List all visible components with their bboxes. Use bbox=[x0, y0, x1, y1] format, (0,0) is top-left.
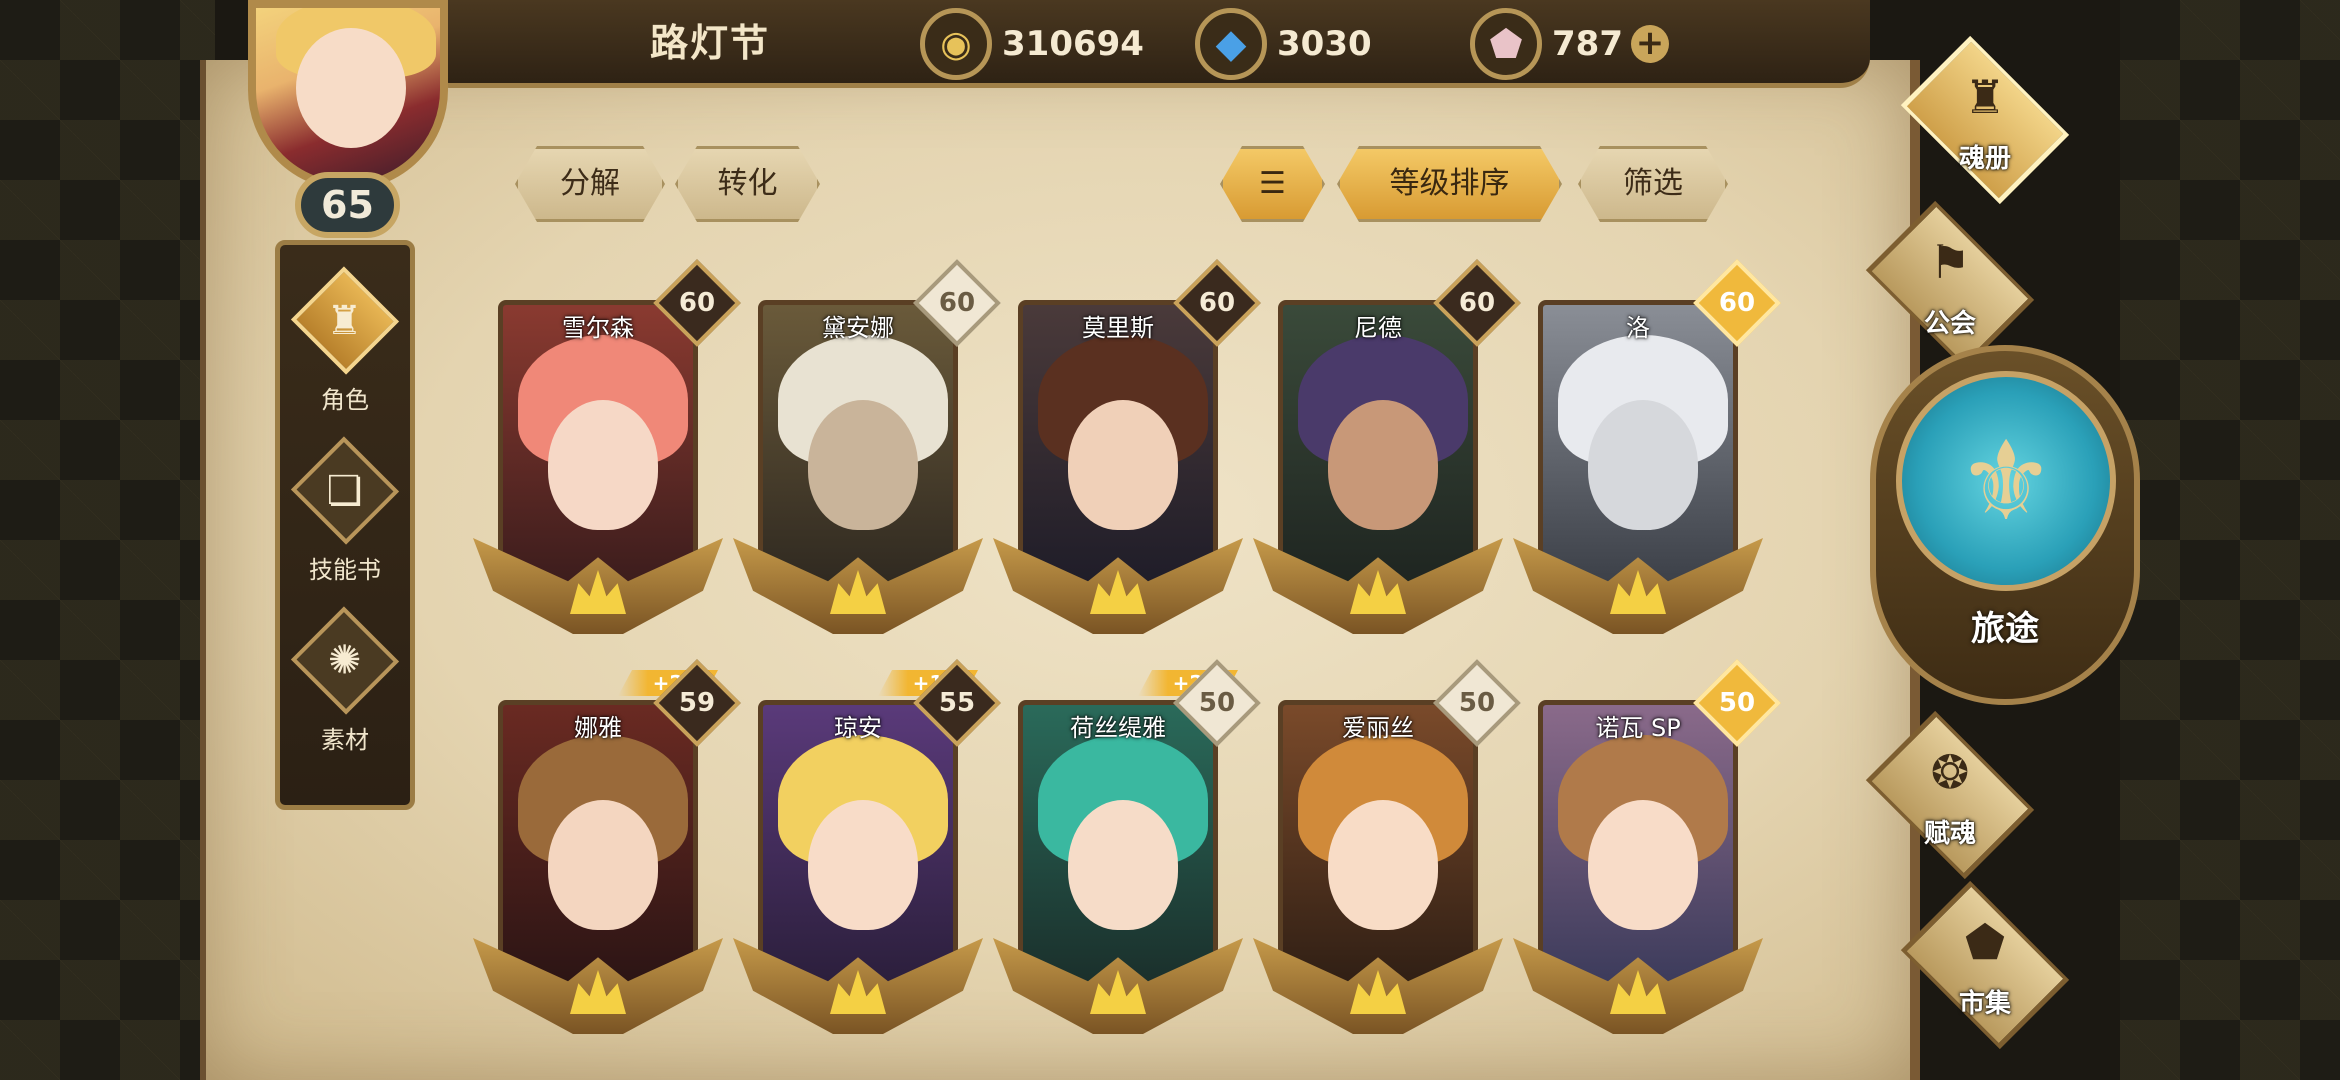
character-card[interactable]: 黛安娜 60 bbox=[733, 259, 1001, 634]
left-wall-decoration bbox=[0, 0, 215, 1080]
journey-label: 旅途 bbox=[1971, 609, 2039, 649]
character-card[interactable]: 尼德 60 bbox=[1253, 259, 1521, 634]
currency-gem: ⬟ 787 + bbox=[1470, 8, 1669, 80]
blue-crystal-icon: ◆ bbox=[1195, 8, 1267, 80]
nav-item-characters[interactable]: ♜ 角色 bbox=[280, 265, 410, 415]
level-value: 50 bbox=[1458, 688, 1496, 718]
nav-item-label: 角色 bbox=[321, 386, 369, 414]
pink-gem-icon: ⬟ bbox=[1470, 8, 1542, 80]
character-card[interactable]: 琼安 +1 55 bbox=[733, 659, 1001, 1034]
market-icon: ⬟ bbox=[1965, 915, 2005, 969]
nav-item-skill-books[interactable]: ❏ 技能书 bbox=[280, 435, 410, 585]
event-title[interactable]: 路灯节 bbox=[610, 18, 810, 68]
menu-guild[interactable]: ⚑ 公会 bbox=[1845, 200, 2055, 370]
character-portrait bbox=[498, 700, 698, 995]
character-portrait bbox=[1538, 300, 1738, 595]
currency-gold: ◉ 310694 bbox=[920, 8, 1144, 80]
crystal-value: 3030 bbox=[1277, 24, 1372, 64]
filter-button[interactable]: 筛选 bbox=[1578, 146, 1728, 222]
character-portrait bbox=[1538, 700, 1738, 995]
journey-emblem-icon: ⚜ bbox=[1896, 371, 2116, 591]
level-value: 55 bbox=[938, 688, 976, 718]
convert-button[interactable]: 转化 bbox=[675, 146, 820, 222]
menu-market[interactable]: ⬟ 市集 bbox=[1880, 880, 2090, 1050]
character-portrait bbox=[1278, 700, 1478, 995]
character-portrait bbox=[1018, 700, 1218, 995]
right-wall-decoration bbox=[2120, 0, 2340, 1080]
add-gem-button[interactable]: + bbox=[1630, 25, 1669, 63]
soul-book-icon: ♜ bbox=[1964, 70, 2006, 124]
gem-value: 787 bbox=[1552, 24, 1623, 64]
currency-crystal: ◆ 3030 bbox=[1195, 8, 1372, 80]
character-portrait bbox=[498, 300, 698, 595]
character-card[interactable]: 雪尔森 60 bbox=[473, 259, 741, 634]
level-value: 60 bbox=[1458, 288, 1496, 318]
journey-button[interactable]: ⚜ 旅途 bbox=[1870, 345, 2140, 705]
avatar-face bbox=[296, 28, 406, 148]
material-icon: ✺ bbox=[328, 637, 362, 684]
level-value: 50 bbox=[1718, 688, 1756, 718]
helmet-icon: ♜ bbox=[327, 297, 363, 344]
gold-value: 310694 bbox=[1002, 24, 1144, 64]
character-portrait bbox=[758, 700, 958, 995]
level-value: 50 bbox=[1198, 688, 1236, 718]
menu-label: 赋魂 bbox=[1923, 819, 1976, 849]
menu-soul-book[interactable]: ♜ 魂册 bbox=[1880, 35, 2090, 205]
sort-icon: ☰ bbox=[1259, 166, 1286, 201]
player-level-badge: 65 bbox=[295, 172, 400, 238]
soul-infuse-icon: ❂ bbox=[1930, 745, 1970, 799]
level-value: 60 bbox=[1198, 288, 1236, 318]
sort-by-level-button[interactable]: 等级排序 bbox=[1337, 146, 1562, 222]
nav-item-label: 素材 bbox=[321, 726, 369, 754]
character-portrait bbox=[1278, 300, 1478, 595]
character-card[interactable]: 荷丝缇雅 +2 50 bbox=[993, 659, 1261, 1034]
nav-item-materials[interactable]: ✺ 素材 bbox=[280, 605, 410, 755]
menu-soul-infuse[interactable]: ❂ 赋魂 bbox=[1845, 710, 2055, 880]
character-portrait bbox=[1018, 300, 1218, 595]
character-card[interactable]: 莫里斯 60 bbox=[993, 259, 1261, 634]
gold-coin-icon: ◉ bbox=[920, 8, 992, 80]
decompose-button[interactable]: 分解 bbox=[515, 146, 665, 222]
sort-order-button[interactable]: ☰ bbox=[1220, 146, 1325, 222]
menu-label: 公会 bbox=[1923, 309, 1976, 339]
nav-item-label: 技能书 bbox=[309, 556, 381, 584]
character-card[interactable]: 洛 60 bbox=[1513, 259, 1781, 634]
level-value: 60 bbox=[1718, 288, 1756, 318]
character-portrait bbox=[758, 300, 958, 595]
guild-icon: ⚑ bbox=[1929, 235, 1971, 289]
character-card[interactable]: 爱丽丝 50 bbox=[1253, 659, 1521, 1034]
book-icon: ❏ bbox=[327, 467, 363, 514]
level-value: 59 bbox=[678, 688, 716, 718]
menu-label: 魂册 bbox=[1958, 144, 2011, 174]
character-card[interactable]: 娜雅 +2 59 bbox=[473, 659, 741, 1034]
level-value: 60 bbox=[938, 288, 976, 318]
character-card[interactable]: 诺瓦 SP 50 bbox=[1513, 659, 1781, 1034]
level-value: 60 bbox=[678, 288, 716, 318]
menu-label: 市集 bbox=[1958, 989, 2011, 1019]
